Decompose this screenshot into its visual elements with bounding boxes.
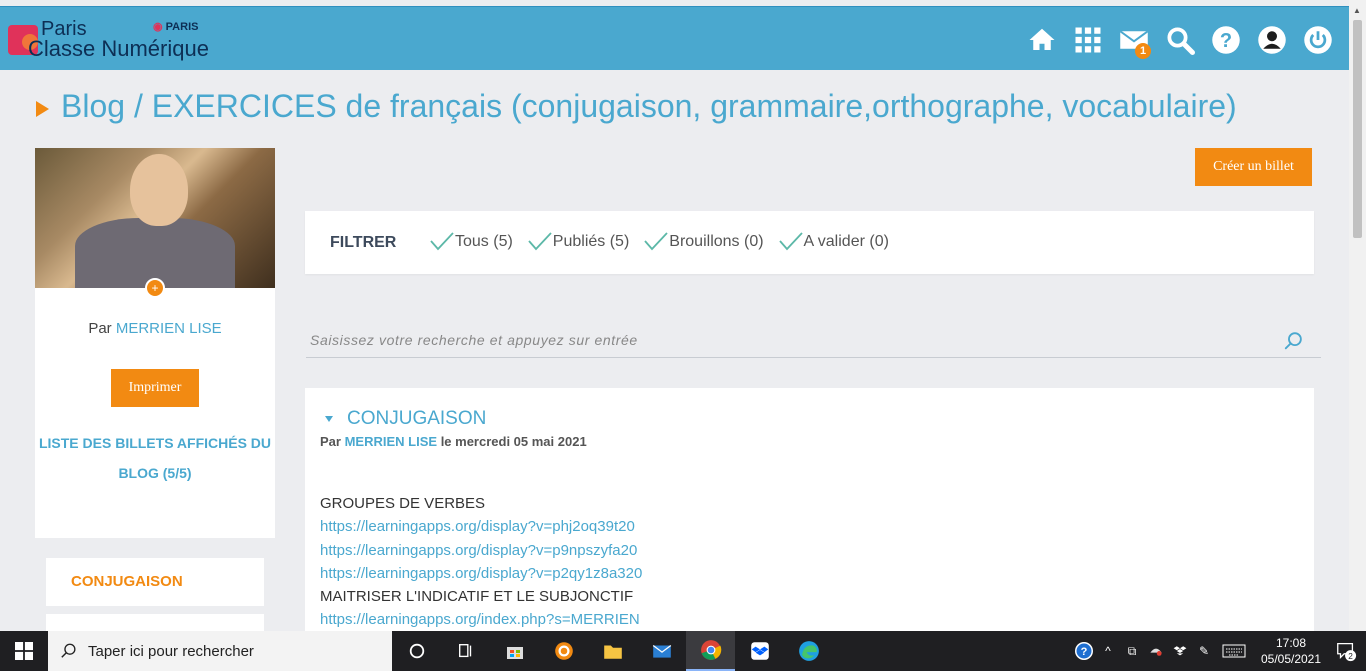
clock-date: 05/05/2021 <box>1260 652 1322 666</box>
filter-option-to-validate[interactable]: A valider (0) <box>778 231 889 253</box>
task-view-icon[interactable] <box>441 631 490 671</box>
help-tray-icon[interactable]: ? <box>1072 631 1096 671</box>
notification-count: 2 <box>1348 652 1353 661</box>
blog-post: CONJUGAISON Par MERRIEN LISE le mercredi… <box>305 388 1314 638</box>
mail-icon[interactable]: 1 <box>1117 23 1151 59</box>
post-header[interactable]: CONJUGAISON <box>325 408 486 430</box>
paris-classe-numerique-logo[interactable]: Paris Classe Numérique ◉ PARIS <box>8 18 238 62</box>
blog-sidebar: + Par MERRIEN LISE Imprimer LISTE DES BI… <box>35 148 275 654</box>
check-icon <box>644 232 668 251</box>
title-arrow-icon <box>36 100 49 117</box>
category-item-conjugaison[interactable]: CONJUGAISON <box>46 558 264 606</box>
logo-paris: ◉ PARIS <box>153 21 199 33</box>
post-link[interactable]: https://learningapps.org/display?v=p2qy1… <box>320 562 642 585</box>
filter-option-label: Brouillons (0) <box>669 233 764 250</box>
post-link[interactable]: https://learningapps.org/index.php?s=MER… <box>320 608 642 631</box>
author-prefix: Par <box>88 320 112 337</box>
logo-line2: Classe Numérique <box>28 36 209 61</box>
post-date: le mercredi 05 mai 2021 <box>440 434 587 449</box>
windows-start-icon[interactable] <box>0 631 48 671</box>
search-icon[interactable] <box>1163 23 1197 57</box>
filter-option-label: Publiés (5) <box>552 233 630 250</box>
page-title: Blog / EXERCICES de français (conjugaiso… <box>36 88 1237 125</box>
print-button[interactable]: Imprimer <box>111 369 199 407</box>
post-title[interactable]: CONJUGAISON <box>347 408 486 430</box>
filter-label: FILTRER <box>330 234 397 251</box>
svg-text:?: ? <box>1220 30 1232 52</box>
posts-list-title[interactable]: LISTE DES BILLETS AFFICHÉS DU BLOG (5/5) <box>35 428 275 488</box>
filter-option-label: Tous (5) <box>455 233 513 250</box>
page-title-text: Blog / EXERCICES de français (conjugaiso… <box>61 88 1237 124</box>
post-text-line: GROUPES DE VERBES <box>320 495 486 512</box>
post-text-line: MAITRISER L'INDICATIF ET LE SUBJONCTIF <box>320 588 634 606</box>
dropbox-icon[interactable] <box>735 631 784 671</box>
taskbar-apps <box>392 631 833 671</box>
blog-avatar-image <box>35 148 275 288</box>
settings-app-icon[interactable] <box>539 631 588 671</box>
blog-search <box>306 326 1321 358</box>
chrome-icon[interactable] <box>686 631 735 671</box>
action-center-icon[interactable]: 2 <box>1326 640 1366 662</box>
svg-text:?: ? <box>1081 646 1088 658</box>
cortana-icon[interactable] <box>392 631 441 671</box>
filter-bar: FILTRER Tous (5) Publiés (5) Brouillons … <box>305 211 1314 274</box>
check-icon <box>778 232 803 251</box>
mail-app-icon[interactable] <box>637 631 686 671</box>
post-meta-prefix: Par <box>320 434 341 449</box>
edge-icon[interactable] <box>784 631 833 671</box>
filter-option-label: A valider (0) <box>803 233 889 250</box>
taskbar-search-box[interactable]: Taper ici pour rechercher <box>48 631 392 671</box>
search-icon[interactable] <box>1283 330 1305 352</box>
post-body: GROUPES DE VERBES https://learningapps.o… <box>320 492 642 632</box>
top-nav-icons: 1 ? <box>1025 23 1335 59</box>
top-bar: Paris Classe Numérique ◉ PARIS 1 ? <box>0 6 1349 70</box>
post-link[interactable]: https://learningapps.org/display?v=phj2o… <box>320 515 642 538</box>
filter-options: Tous (5) Publiés (5) Brouillons (0) A va… <box>429 231 889 253</box>
system-tray: ? ^ ⧉ ✎ 17:08 05/05/2021 2 <box>1072 631 1366 671</box>
avatar-figure-face <box>130 154 188 226</box>
windows-taskbar: Taper ici pour rechercher ? ^ ⧉ ✎ 17:08 … <box>0 631 1366 671</box>
search-input[interactable] <box>306 332 1266 348</box>
post-meta: Par MERRIEN LISE le mercredi 05 mai 2021 <box>320 434 587 449</box>
sync-tray-icon[interactable]: ⧉ <box>1120 631 1144 671</box>
pen-tray-icon[interactable]: ✎ <box>1192 631 1216 671</box>
mail-count-badge: 1 <box>1135 43 1151 59</box>
author-name-link[interactable]: MERRIEN LISE <box>116 320 222 337</box>
security-tray-icon[interactable] <box>1144 631 1168 671</box>
scroll-thumb[interactable] <box>1353 20 1362 238</box>
scroll-up-arrow-icon[interactable]: ▲ <box>1353 6 1361 15</box>
help-icon[interactable]: ? <box>1209 23 1243 57</box>
create-post-button[interactable]: Créer un billet <box>1195 148 1312 186</box>
post-link[interactable]: https://learningapps.org/display?v=p9nps… <box>320 539 642 562</box>
apps-grid-icon[interactable] <box>1071 23 1105 57</box>
user-icon[interactable] <box>1255 23 1289 57</box>
check-icon <box>528 232 552 251</box>
file-explorer-icon[interactable] <box>588 631 637 671</box>
taskbar-search-placeholder: Taper ici pour rechercher <box>88 642 254 660</box>
search-icon <box>61 643 76 658</box>
collapse-caret-icon[interactable] <box>325 416 333 422</box>
paris-emblem-icon: ◉ <box>153 21 166 33</box>
taskbar-clock[interactable]: 17:08 05/05/2021 <box>1256 635 1326 667</box>
clock-time: 17:08 <box>1275 636 1307 650</box>
page-scrollbar[interactable]: ▲ <box>1349 0 1366 631</box>
home-icon[interactable] <box>1025 23 1059 57</box>
dropbox-tray-icon[interactable] <box>1168 631 1192 671</box>
blog-author: Par MERRIEN LISE <box>35 320 275 337</box>
filter-option-all[interactable]: Tous (5) <box>429 231 513 253</box>
power-icon[interactable] <box>1301 23 1335 57</box>
show-hidden-icons-chevron-icon[interactable]: ^ <box>1096 631 1120 671</box>
post-author-link[interactable]: MERRIEN LISE <box>345 434 437 449</box>
filter-option-drafts[interactable]: Brouillons (0) <box>643 231 764 253</box>
keyboard-tray-icon[interactable] <box>1216 631 1252 671</box>
filter-option-published[interactable]: Publiés (5) <box>527 231 629 253</box>
change-avatar-plus-icon[interactable]: + <box>145 278 165 298</box>
check-icon <box>430 232 454 251</box>
store-icon[interactable] <box>490 631 539 671</box>
